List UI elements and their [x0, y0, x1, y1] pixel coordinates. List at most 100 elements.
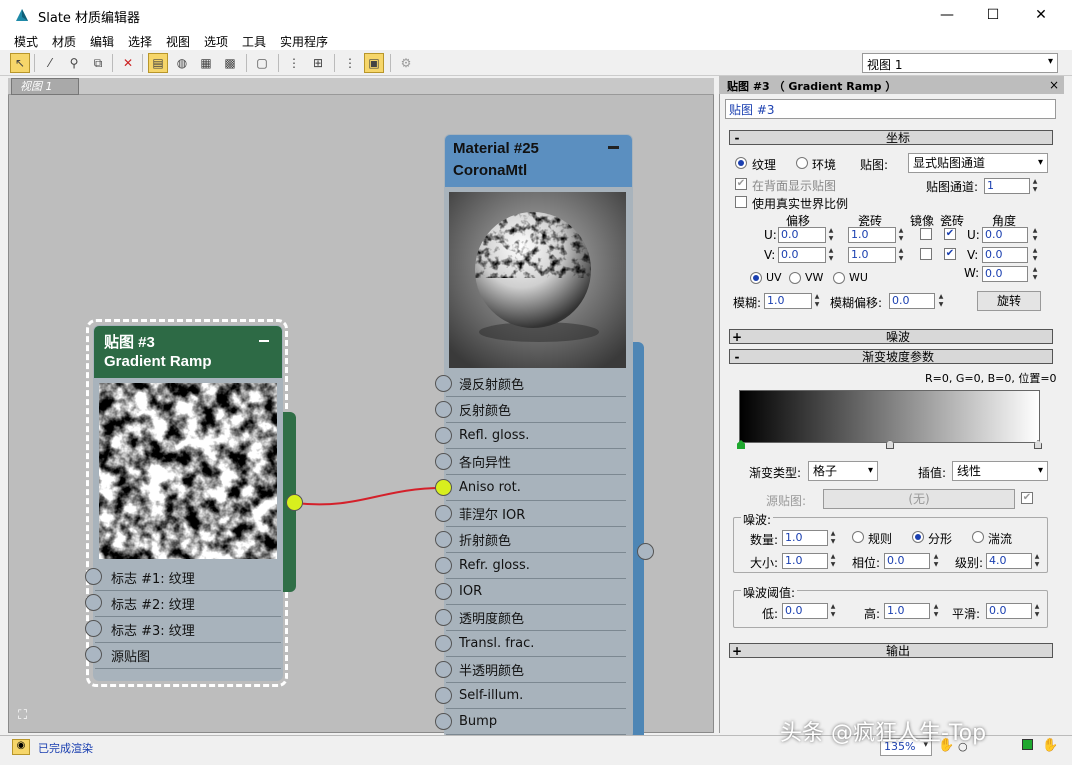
input-socket[interactable]	[435, 557, 452, 574]
spinner-arrows-icon[interactable]: ▲ ▼	[827, 227, 835, 243]
spinner-arrows-icon[interactable]: ▲ ▼	[1031, 266, 1039, 282]
spinner-arrows-icon[interactable]: ▲ ▼	[1031, 178, 1039, 194]
wu-radio[interactable]	[833, 272, 845, 284]
material-output-socket[interactable]	[637, 543, 654, 560]
amount-spinner[interactable]: 1.0	[782, 530, 828, 546]
input-socket[interactable]	[435, 427, 452, 444]
map-slot-row[interactable]: 标志 #1: 纹理	[95, 565, 281, 591]
rollout-noise[interactable]: + 噪波	[729, 329, 1053, 344]
input-socket[interactable]	[435, 505, 452, 522]
material-slot-row[interactable]: 各向异性	[446, 449, 626, 475]
environ-radio[interactable]	[796, 157, 808, 169]
u-offset-spinner[interactable]: 0.0	[778, 227, 826, 243]
spinner-arrows-icon[interactable]: ▲ ▼	[813, 293, 821, 309]
spinner-arrows-icon[interactable]: ▲ ▼	[829, 553, 837, 569]
material-slot-row[interactable]: Refl. gloss.	[446, 423, 626, 449]
input-socket[interactable]	[85, 594, 102, 611]
spinner-arrows-icon[interactable]: ▲ ▼	[1033, 553, 1041, 569]
rollout-coordinates[interactable]: - 坐标	[729, 130, 1053, 145]
spinner-arrows-icon[interactable]: ▲ ▼	[932, 603, 940, 619]
collapse-icon[interactable]	[259, 340, 269, 342]
v-tile-checkbox[interactable]: ✔	[944, 248, 956, 260]
render-icon[interactable]: ◉	[12, 739, 30, 755]
input-socket[interactable]	[435, 687, 452, 704]
map-slot-row[interactable]: 标志 #3: 纹理	[95, 617, 281, 643]
navigator-icon[interactable]: ⛶	[18, 708, 27, 723]
spinner-arrows-icon[interactable]: ▲ ▼	[932, 553, 940, 569]
rollout-output[interactable]: + 输出	[729, 643, 1053, 658]
smooth-spinner[interactable]: 0.0	[986, 603, 1032, 619]
interpolation-dropdown[interactable]: 线性 ▾	[952, 461, 1048, 481]
input-socket[interactable]	[435, 713, 452, 730]
show-map-on-back-checkbox[interactable]: ✔	[735, 178, 747, 190]
spinner-arrows-icon[interactable]: ▲ ▼	[829, 530, 837, 546]
source-map-enable-checkbox[interactable]: ✔	[1021, 492, 1033, 504]
map-slot-row[interactable]: 源贴图	[95, 643, 281, 669]
input-socket[interactable]	[435, 453, 452, 470]
mapping-dropdown[interactable]: 显式贴图通道 ▾	[908, 153, 1048, 173]
close-panel-icon[interactable]: ×	[1049, 78, 1059, 92]
v-offset-spinner[interactable]: 0.0	[778, 247, 826, 263]
input-socket[interactable]	[435, 583, 452, 600]
spinner-arrows-icon[interactable]: ▲ ▼	[1031, 247, 1039, 263]
material-slot-row[interactable]: 折射颜色	[446, 527, 626, 553]
u-mirror-checkbox[interactable]	[920, 228, 932, 240]
spinner-arrows-icon[interactable]: ▲ ▼	[897, 247, 905, 263]
v-mirror-checkbox[interactable]	[920, 248, 932, 260]
texture-radio[interactable]	[735, 157, 747, 169]
material-slot-row[interactable]: 半透明颜色	[446, 657, 626, 683]
size-spinner[interactable]: 1.0	[782, 553, 828, 569]
levels-spinner[interactable]: 4.0	[986, 553, 1032, 569]
material-slot-row[interactable]: 透明度颜色	[446, 605, 626, 631]
output-socket-connected[interactable]	[286, 494, 303, 511]
high-spinner[interactable]: 1.0	[884, 603, 930, 619]
u-angle-spinner[interactable]: 0.0	[982, 227, 1028, 243]
blur-spinner[interactable]: 1.0	[764, 293, 812, 309]
w-angle-spinner[interactable]: 0.0	[982, 266, 1028, 282]
phase-spinner[interactable]: 0.0	[884, 553, 930, 569]
regular-radio[interactable]	[852, 531, 864, 543]
maximize-button[interactable]: ☐	[970, 0, 1016, 30]
input-socket[interactable]	[435, 609, 452, 626]
pan-view-icon[interactable]: ✋	[1042, 738, 1058, 753]
input-socket[interactable]	[435, 531, 452, 548]
real-world-scale-checkbox[interactable]	[735, 196, 747, 208]
view-select[interactable]: 视图 1 ▾	[862, 53, 1058, 73]
source-map-button[interactable]: (无)	[823, 489, 1015, 509]
minimize-button[interactable]: —	[924, 0, 970, 30]
map-slot-row[interactable]: 标志 #2: 纹理	[95, 591, 281, 617]
input-socket[interactable]	[435, 375, 452, 392]
input-socket[interactable]	[435, 635, 452, 652]
spinner-arrows-icon[interactable]: ▲ ▼	[1033, 603, 1041, 619]
vw-radio[interactable]	[789, 272, 801, 284]
map-name-field[interactable]: 贴图 #3	[725, 99, 1056, 119]
low-spinner[interactable]: 0.0	[782, 603, 828, 619]
material-slot-row[interactable]: IOR	[446, 579, 626, 605]
input-socket[interactable]	[85, 646, 102, 663]
spinner-arrows-icon[interactable]: ▲ ▼	[829, 603, 837, 619]
spinner-arrows-icon[interactable]: ▲ ▼	[1031, 227, 1039, 243]
material-slot-row[interactable]: 菲涅尔 IOR	[446, 501, 626, 527]
material-slot-row[interactable]: Transl. frac.	[446, 631, 626, 657]
close-button[interactable]: ✕	[1018, 0, 1064, 30]
blur-offset-spinner[interactable]: 0.0	[889, 293, 935, 309]
gradient-ramp-bar[interactable]	[739, 390, 1040, 443]
material-slot-row[interactable]: 漫反射颜色	[446, 371, 626, 397]
spinner-arrows-icon[interactable]: ▲ ▼	[937, 293, 945, 309]
zoom-extents-icon[interactable]	[1022, 739, 1033, 750]
rollout-gradient-ramp[interactable]: - 渐变坡度参数	[729, 349, 1053, 364]
gradient-type-dropdown[interactable]: 格子 ▾	[808, 461, 878, 481]
map-channel-spinner[interactable]: 1	[984, 178, 1030, 194]
material-slot-row[interactable]: 反射颜色	[446, 397, 626, 423]
material-slot-row[interactable]: Bump	[446, 709, 626, 735]
v-tiling-spinner[interactable]: 1.0	[848, 247, 896, 263]
turbulence-radio[interactable]	[972, 531, 984, 543]
input-socket[interactable]	[85, 620, 102, 637]
input-socket-connected[interactable]	[435, 479, 452, 496]
collapse-icon[interactable]	[608, 146, 619, 149]
u-tiling-spinner[interactable]: 1.0	[848, 227, 896, 243]
input-socket[interactable]	[435, 661, 452, 678]
input-socket[interactable]	[85, 568, 102, 585]
fractal-radio[interactable]	[912, 531, 924, 543]
v-angle-spinner[interactable]: 0.0	[982, 247, 1028, 263]
